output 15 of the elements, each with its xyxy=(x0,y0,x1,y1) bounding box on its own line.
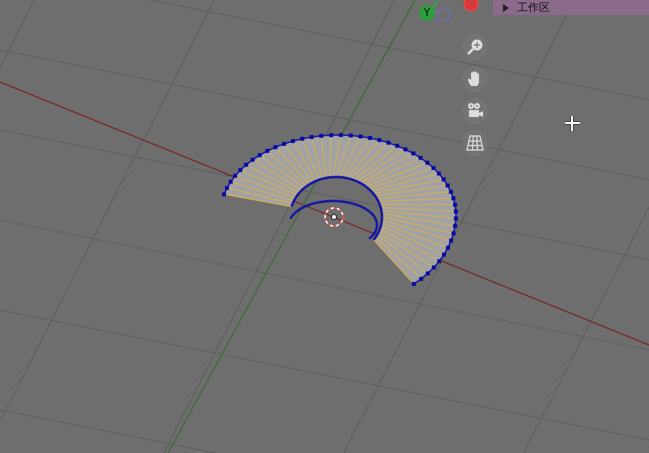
pan-button[interactable] xyxy=(462,66,488,92)
outliner-row[interactable]: 工作区 xyxy=(493,0,649,15)
camera-button[interactable] xyxy=(462,98,488,124)
zoom-icon xyxy=(466,38,484,56)
grid-icon xyxy=(466,134,484,152)
zoom-button[interactable] xyxy=(462,34,488,60)
y-axis-gizmo-button[interactable]: Y xyxy=(419,5,435,21)
negative-z-gizmo-icon xyxy=(436,8,450,22)
collection-label: 工作区 xyxy=(517,0,550,14)
3d-cursor-icon xyxy=(324,207,344,227)
crosshair-cursor-icon xyxy=(563,114,582,133)
camera-icon xyxy=(466,102,484,120)
grid-button[interactable] xyxy=(462,130,488,156)
x-axis-gizmo-icon xyxy=(464,0,478,12)
expand-arrow-icon[interactable] xyxy=(503,4,509,12)
